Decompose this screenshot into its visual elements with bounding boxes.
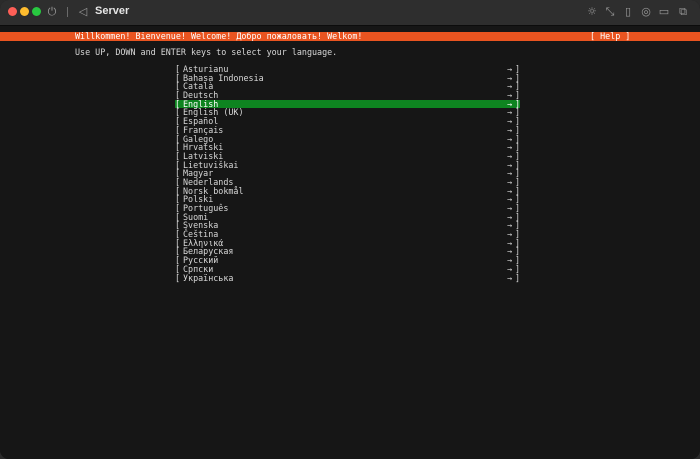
language-option[interactable]: [Bahasa Indonesia →]: [175, 73, 520, 83]
toolbar-divider: [67, 7, 68, 17]
close-window-button[interactable]: [8, 7, 17, 16]
power-icon[interactable]: ⏻: [45, 4, 59, 20]
vm-window: ⏻ ◁ Server ☼ ⤡ ▯ ◎ ▭ ⧉ Willkommen! Bienv…: [0, 0, 700, 459]
language-bracket-open: [: [175, 272, 181, 283]
language-option[interactable]: [English (UK) →]: [175, 108, 520, 117]
language-option[interactable]: [Hrvatski →]: [175, 143, 520, 152]
language-bracket-close: ]: [515, 272, 521, 283]
language-option[interactable]: [Norsk bokmål →]: [175, 186, 520, 196]
minimize-window-button[interactable]: [20, 7, 29, 16]
help-button[interactable]: [ Help ]: [590, 32, 630, 41]
language-option[interactable]: [Español →]: [175, 117, 520, 126]
windows-icon[interactable]: ⧉: [676, 4, 690, 20]
language-option[interactable]: [Čeština →]: [175, 230, 520, 239]
sharing-icon[interactable]: ◎: [639, 4, 653, 20]
back-icon[interactable]: ◁: [76, 4, 90, 20]
language-option[interactable]: [Українська →]: [175, 272, 521, 283]
language-option[interactable]: [Suomi →]: [175, 212, 520, 222]
language-option[interactable]: [Deutsch →]: [175, 91, 520, 100]
folder-icon[interactable]: ▭: [657, 4, 671, 20]
title-bar: ⏻ ◁ Server ☼ ⤡ ▯ ◎ ▭ ⧉: [0, 0, 700, 26]
language-option[interactable]: [Français →]: [175, 126, 520, 135]
language-option[interactable]: [Svenska →]: [175, 221, 520, 230]
resize-icon[interactable]: ⤡: [603, 4, 617, 20]
instruction-text: Use UP, DOWN and ENTER keys to select yo…: [75, 47, 338, 57]
header-title: Willkommen! Bienvenue! Welcome! Добро по…: [75, 31, 363, 41]
window-title: Server: [95, 5, 130, 17]
language-label: Українська: [183, 272, 234, 283]
language-list: [Asturianu →][Bahasa Indonesia →][Català →]…: [175, 65, 520, 282]
usb-icon[interactable]: ▯: [621, 4, 635, 20]
language-option[interactable]: [Русский →]: [175, 256, 520, 265]
language-option[interactable]: [Português →]: [175, 204, 520, 213]
language-option[interactable]: [Lietuviškai →]: [175, 160, 520, 170]
language-option[interactable]: [Беларуская →]: [175, 247, 520, 256]
installer-header: Willkommen! Bienvenue! Welcome! Добро по…: [0, 30, 700, 43]
arrow-right-icon: →: [507, 272, 513, 283]
language-option[interactable]: [Galego →]: [175, 134, 520, 144]
vm-console[interactable]: Willkommen! Bienvenue! Welcome! Добро по…: [0, 26, 700, 459]
brightness-icon[interactable]: ☼: [585, 4, 599, 20]
maximize-window-button[interactable]: [32, 7, 41, 16]
language-option[interactable]: [Català →]: [175, 82, 520, 91]
